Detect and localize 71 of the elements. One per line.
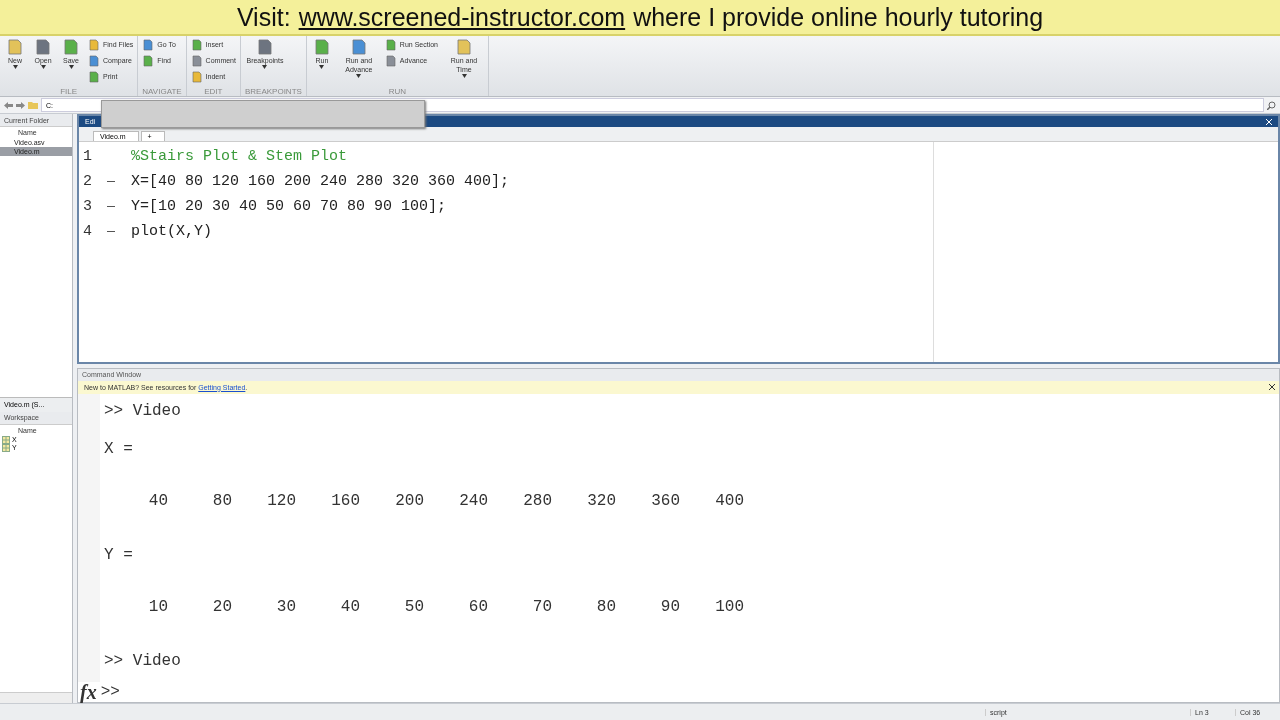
caret-icon [40,65,46,69]
code-line: Y=[10 20 30 40 50 60 70 80 90 100]; [131,198,447,215]
document-icon [349,38,368,56]
caret-icon [68,65,74,69]
document-icon [88,54,100,67]
document-icon [142,38,155,51]
line-number: 3 [82,198,93,215]
output-value: 20 [211,598,232,616]
document-icon [190,54,203,67]
output-value: 50 [403,598,424,616]
section-label: EDIT [203,87,224,96]
document-icon [190,70,203,83]
output-value: 90 [659,598,680,616]
document-icon [255,38,274,56]
output-value: 80 [595,598,616,616]
output-value: 240 [458,492,488,510]
output-value: 80 [211,492,232,510]
document-icon [6,38,24,56]
output-value: 40 [147,492,168,510]
caret-icon [356,74,362,78]
document-icon [142,54,155,67]
document-icon [88,38,100,51]
function-browser-button[interactable]: fx [80,680,97,704]
output-value: 320 [586,492,616,510]
output-value: 200 [394,492,424,510]
document-icon [312,38,331,56]
output-line: X = [104,440,134,458]
line-number: 2 [82,173,93,190]
output-value: 70 [531,598,552,616]
caret-icon [262,65,268,69]
document-icon [88,70,100,83]
output-value: 120 [266,492,296,510]
output-value: 400 [714,492,744,510]
forward-arrow-icon[interactable] [16,101,25,109]
section-label: FILE [59,87,79,96]
caret-icon [461,74,467,78]
banner-text: Visit: [236,2,291,32]
section-label: RUN [387,87,408,96]
line-number: 4 [82,223,93,240]
scrollbar[interactable] [0,692,72,703]
output-value: 40 [339,598,360,616]
section-label: NAVIGATE [142,87,182,96]
output-value: 100 [714,598,744,616]
output-value: 10 [147,598,168,616]
document-icon [62,38,80,56]
search-icon[interactable] [1267,100,1276,110]
command-prompt[interactable]: >> [100,683,120,701]
line-number: 1 [82,148,93,165]
close-icon[interactable] [1269,384,1275,391]
output-value: 360 [650,492,680,510]
document-icon [384,38,397,51]
output-line: >> Video [104,402,182,420]
caret-icon [12,65,18,69]
document-icon [34,38,52,56]
output-value: 160 [330,492,360,510]
output-value: 30 [275,598,296,616]
caret-icon [319,65,325,69]
document-icon [384,54,397,67]
code-comment: %Stairs Plot & Stem Plot [131,148,348,165]
code-line: X=[40 80 120 160 200 240 280 320 360 400]; [131,173,510,190]
banner-text: where I provide online hourly tutoring [633,2,1044,32]
output-line: >> Video [104,652,182,670]
output-line: Y = [104,546,134,564]
output-value: 60 [467,598,488,616]
back-arrow-icon[interactable] [4,101,13,109]
document-icon [455,38,473,56]
document-icon [190,38,203,51]
output-value: 280 [522,492,552,510]
code-line: plot(X,Y) [131,223,212,240]
section-label: BREAKPOINTS [244,87,302,96]
banner-link[interactable]: www.screened-instructor.com [298,2,626,32]
